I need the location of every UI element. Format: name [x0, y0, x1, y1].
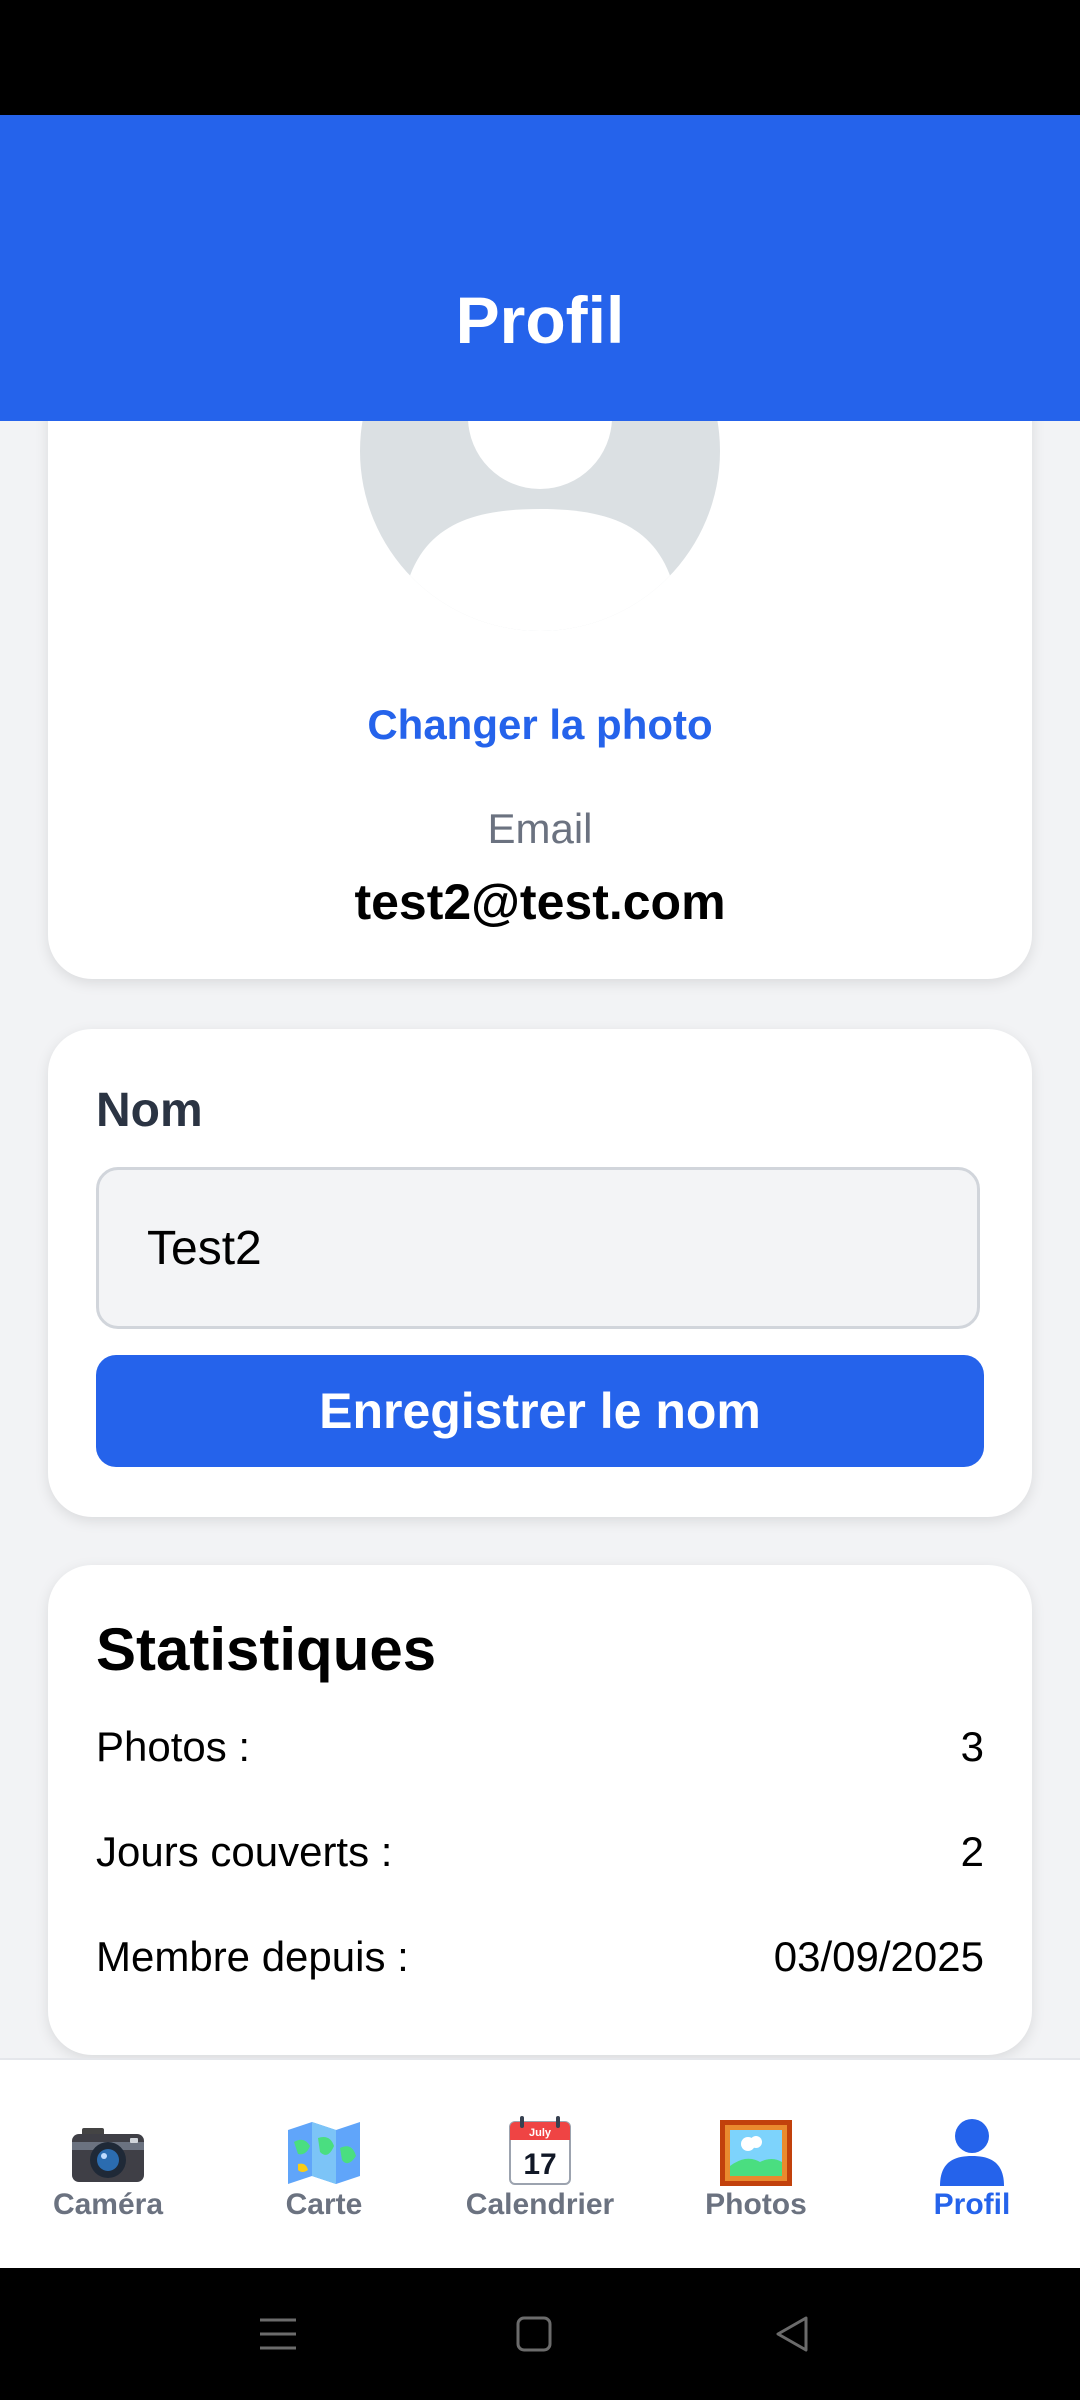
- page-title: Profil: [455, 283, 625, 357]
- back-icon[interactable]: [764, 2306, 820, 2362]
- stat-value: 3: [960, 1723, 984, 1770]
- tab-calendar[interactable]: July 17 Calendrier: [432, 2060, 648, 2270]
- tab-label: Caméra: [52, 2188, 164, 2221]
- calendar-icon-day: 17: [523, 2148, 556, 2181]
- save-name-button[interactable]: Enregistrer le nom: [96, 1355, 984, 1467]
- stat-value: 2: [960, 1828, 984, 1875]
- tab-label: Profil: [933, 2188, 1011, 2221]
- email-value: test2@test.com: [354, 874, 726, 930]
- person-icon: [940, 2119, 1004, 2186]
- framed-picture-icon: [720, 2120, 792, 2186]
- status-bar: [0, 0, 1080, 115]
- tab-profile[interactable]: Profil: [864, 2060, 1080, 2270]
- system-navigation-bar: [0, 2268, 1080, 2400]
- calendar-icon: July 17: [509, 2116, 571, 2185]
- person-silhouette-icon: [360, 421, 720, 631]
- tab-label: Carte: [285, 2188, 363, 2221]
- stat-row-member-since: Membre depuis : 03/09/2025: [96, 1933, 984, 1993]
- tab-label: Photos: [705, 2188, 807, 2221]
- recent-apps-icon[interactable]: [250, 2306, 306, 2362]
- map-icon: [288, 2122, 360, 2184]
- tab-camera[interactable]: Caméra: [0, 2060, 216, 2270]
- name-input[interactable]: [96, 1167, 980, 1329]
- name-label: Nom: [96, 1084, 203, 1137]
- home-icon[interactable]: [506, 2306, 562, 2362]
- scroll-content[interactable]: Changer la photo Email test2@test.com No…: [0, 421, 1080, 2058]
- stat-label: Photos :: [96, 1723, 251, 1770]
- camera-icon: [72, 2128, 144, 2182]
- stat-row-days: Jours couverts : 2: [96, 1828, 984, 1888]
- profile-card: Changer la photo Email test2@test.com: [48, 421, 1032, 979]
- avatar-placeholder[interactable]: [360, 421, 720, 631]
- stats-title: Statistiques: [96, 1616, 437, 1683]
- stat-row-photos: Photos : 3: [96, 1723, 984, 1783]
- bottom-tab-bar: Caméra Carte July 17 Calendrier Photos P…: [0, 2058, 1080, 2270]
- email-label: Email: [487, 805, 593, 852]
- stats-card: Statistiques Photos : 3 Jours couverts :…: [48, 1565, 1032, 2055]
- tab-map[interactable]: Carte: [216, 2060, 432, 2270]
- stat-value: 03/09/2025: [773, 1933, 984, 1980]
- stat-label: Membre depuis :: [96, 1933, 409, 1980]
- app-header: Profil: [0, 115, 1080, 421]
- tab-photos[interactable]: Photos: [648, 2060, 864, 2270]
- name-card: Nom Enregistrer le nom: [48, 1029, 1032, 1517]
- tab-label: Calendrier: [465, 2188, 615, 2221]
- calendar-icon-month: July: [529, 2127, 552, 2139]
- change-photo-link[interactable]: Changer la photo: [48, 701, 1032, 749]
- stat-label: Jours couverts :: [96, 1828, 393, 1875]
